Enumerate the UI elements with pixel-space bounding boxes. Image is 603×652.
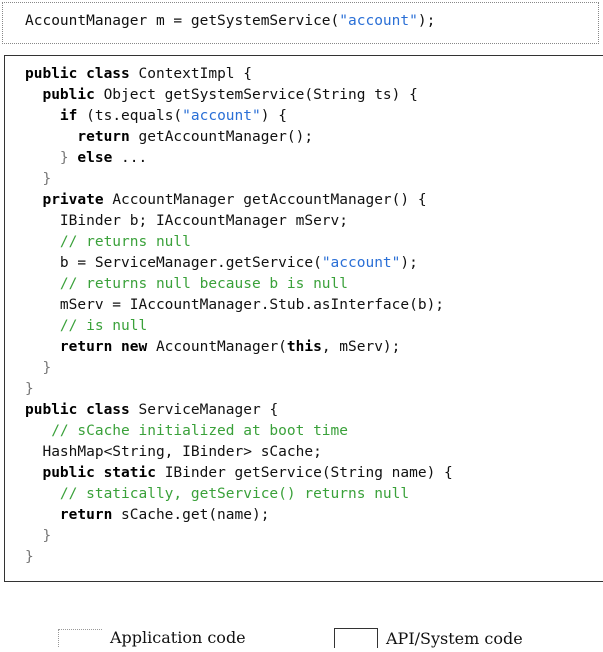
code-line: } [25,379,453,400]
code-line: // is null [25,316,453,337]
code-token: return [77,129,139,145]
code-token: return new [59,339,156,355]
legend: Application code API/System code [0,628,603,652]
legend-system: API/System code [334,628,523,648]
legend-application: Application code [58,628,246,647]
code-line: private AccountManager getAccountManager… [25,190,453,211]
code-token: "account" [321,255,401,271]
code-line: } [25,358,453,379]
code-token: // statically, getService() returns null [25,486,410,502]
code-line: } [25,547,453,568]
code-token: ) { [260,108,287,124]
code-token: AccountManager( [155,339,287,355]
code-line: } else ... [25,148,453,169]
code-token: b = ServiceManager.getService( [25,255,322,271]
application-code-box: AccountManager m = getSystemService("acc… [2,2,599,44]
code-line: return getAccountManager(); [25,127,453,148]
code-token: // sCache initialized at boot time [25,423,349,439]
code-token: IBinder b; IAccountManager mServ; [25,213,349,229]
code-token: HashMap<String, IBinder> sCache; [25,444,322,460]
code-line: HashMap<String, IBinder> sCache; [25,442,453,463]
code-token: } [25,381,34,397]
code-token: if [59,108,87,124]
code-token: IBinder getService(String name) { [164,465,453,481]
code-line: if (ts.equals("account") { [25,106,453,127]
application-code-swatch [58,628,102,647]
system-code-listing: public class ContextImpl { public Object… [25,64,453,568]
code-token: public class [25,402,139,418]
code-token: ContextImpl { [138,66,253,82]
code-token: return [59,507,122,523]
code-line: return new AccountManager(this, mServ); [25,337,453,358]
code-line: return sCache.get(name); [25,505,453,526]
code-token: } [25,150,78,166]
code-line: // returns null because b is null [25,274,453,295]
code-line: // sCache initialized at boot time [25,421,453,442]
code-line: public Object getSystemService(String ts… [25,85,453,106]
code-line: mServ = IAccountManager.Stub.asInterface… [25,295,453,316]
code-token: , mServ); [321,339,401,355]
code-line: } [25,526,453,547]
code-token: private [42,192,113,208]
code-line: public class ContextImpl { [25,64,453,85]
code-token: ServiceManager { [138,402,279,418]
code-token: sCache.get(name); [121,507,270,523]
code-token: ); [417,13,436,29]
code-token: } [25,549,34,565]
code-line: public static IBinder getService(String … [25,463,453,484]
code-token: public static [42,465,165,481]
code-token: AccountManager getAccountManager() { [112,192,427,208]
code-token: Object getSystemService(String ts) { [103,87,418,103]
code-token: } [25,360,52,376]
code-token: // returns null because b is null [25,276,349,292]
code-token: public [42,87,104,103]
code-token: mServ = IAccountManager.Stub.asInterface… [25,297,445,313]
code-token: ... [121,150,148,166]
code-token: this [286,339,322,355]
legend-application-label: Application code [110,628,246,647]
code-token: // is null [25,318,148,334]
code-line: IBinder b; IAccountManager mServ; [25,211,453,232]
code-line: // statically, getService() returns null [25,484,453,505]
system-code-box: public class ContextImpl { public Object… [4,55,603,582]
code-token: "account" [182,108,261,124]
code-token: getAccountManager(); [138,129,314,145]
code-line: public class ServiceManager { [25,400,453,421]
application-code-line: AccountManager m = getSystemService("acc… [25,13,435,29]
code-token: // returns null [25,234,191,250]
code-token: ); [400,255,418,271]
code-line: b = ServiceManager.getService("account")… [25,253,453,274]
code-token: else [77,150,122,166]
code-token: (ts.equals( [86,108,183,124]
code-line: } [25,169,453,190]
code-token: public class [25,66,139,82]
legend-system-label: API/System code [386,628,523,648]
code-token: } [25,528,52,544]
code-token: AccountManager m = getSystemService( [25,13,340,29]
code-token: } [25,171,52,187]
system-code-swatch [334,628,378,648]
code-line: // returns null [25,232,453,253]
code-token: "account" [339,13,418,29]
